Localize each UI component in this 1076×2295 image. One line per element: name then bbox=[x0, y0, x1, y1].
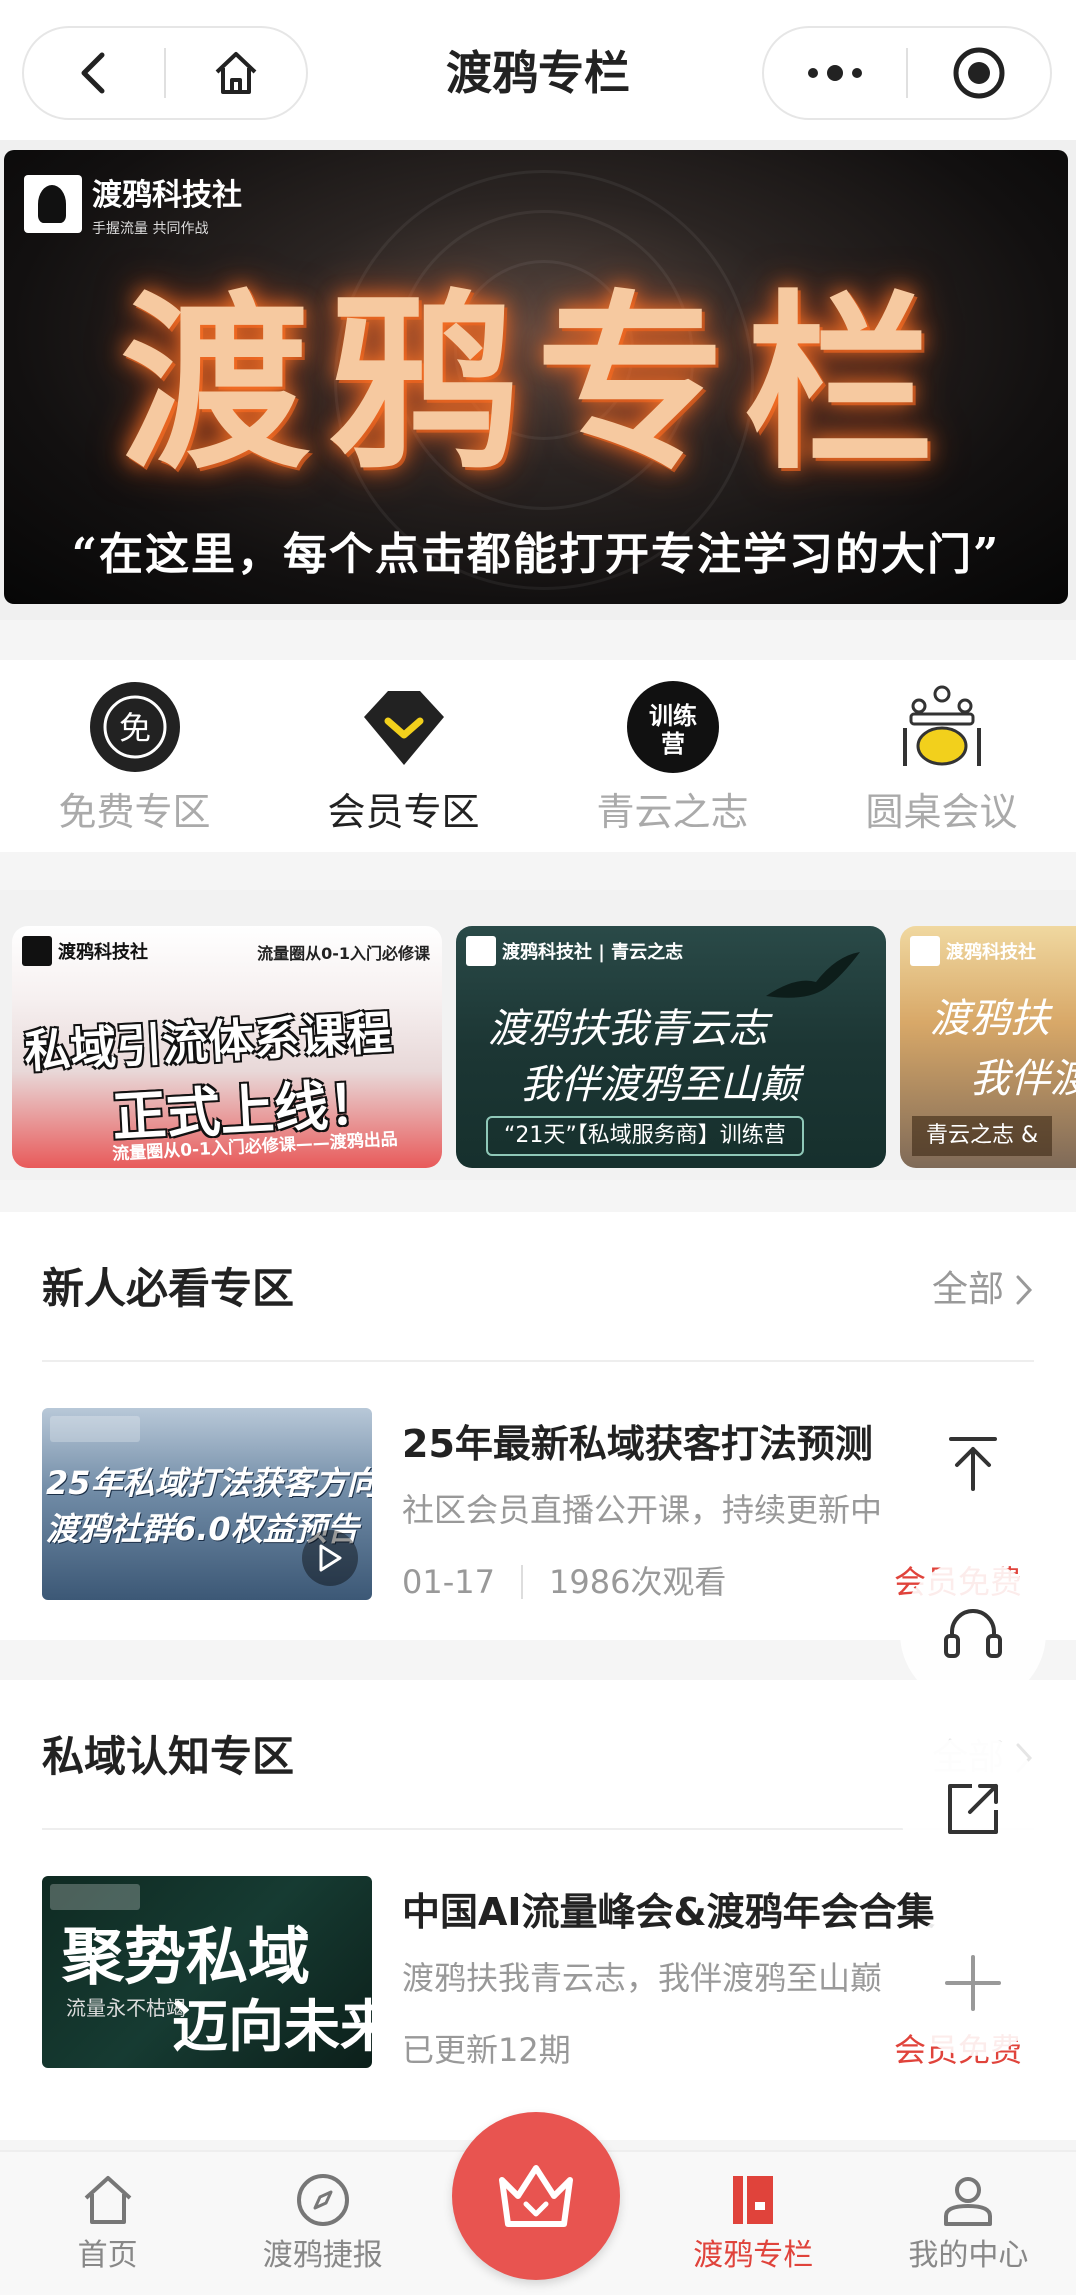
category-qingyun[interactable]: 训练营 青云之志 bbox=[538, 660, 807, 852]
play-button[interactable] bbox=[302, 1530, 358, 1586]
tab-center-vip-button[interactable] bbox=[452, 2112, 620, 2280]
thumbnail-caption: 25年私域打法获客方向 bbox=[46, 1464, 372, 1502]
content-description: 渡鸦扶我青云志，我伴渡鸦至山巅 bbox=[402, 1959, 883, 1997]
home-icon bbox=[84, 2176, 131, 2224]
more-button[interactable] bbox=[764, 28, 906, 118]
content-meta: 已更新12期 bbox=[402, 2028, 571, 2072]
share-button[interactable] bbox=[900, 1736, 1046, 1882]
banner-tagline: “在这里，每个点击都能打开专注学习的大门” bbox=[71, 529, 1001, 580]
meta-divider bbox=[520, 1565, 523, 1599]
column-book-icon bbox=[733, 2176, 774, 2224]
user-icon bbox=[944, 2177, 993, 2226]
svg-text:训练: 训练 bbox=[649, 702, 697, 730]
promo-headline: 渡鸦扶 bbox=[930, 996, 1050, 1042]
content-thumbnail: 聚势私域 流量永不枯竭 迈向未来 bbox=[42, 1876, 372, 2068]
promo-brand: 渡鸦科技社 | 青云之志 bbox=[466, 936, 683, 966]
promo-card[interactable]: 渡鸦科技社 渡鸦扶 我伴渡 青云之志 & bbox=[900, 926, 1076, 1168]
hero-banner[interactable]: 渡鸦科技社 手握流量 共同作战 渡鸦专栏 “在这里，每个点击都能打开专注学习的大… bbox=[4, 150, 1068, 604]
content-views: 1986次观看 bbox=[548, 1563, 727, 1601]
tab-news[interactable]: 渡鸦捷报 bbox=[215, 2152, 430, 2295]
promo-brand: 渡鸦科技社 bbox=[22, 936, 148, 966]
tab-label: 我的中心 bbox=[908, 2238, 1029, 2273]
category-vip[interactable]: 会员专区 bbox=[269, 660, 538, 852]
content-update-count: 已更新12期 bbox=[402, 2031, 571, 2069]
content-meta: 01-17 1986次观看 bbox=[402, 1560, 726, 1604]
section-header: 私域认知专区 全部 bbox=[42, 1680, 1034, 1830]
nav-capsule-right bbox=[762, 26, 1052, 120]
category-nav: 免 免费专区 会员专区 训练营 青云之志 圆桌会议 bbox=[0, 660, 1076, 852]
customer-service-button[interactable] bbox=[900, 1560, 1046, 1706]
content-thumbnail: 25年私域打法获客方向 渡鸦社群6.0权益预告 bbox=[42, 1408, 372, 1600]
section-title: 新人必看专区 bbox=[42, 1264, 295, 1313]
raven-logo-icon bbox=[22, 936, 52, 966]
promo-tag: “21天”【私域服务商】训练营 bbox=[486, 1116, 804, 1156]
content-description: 社区会员直播公开课，持续更新中 bbox=[402, 1491, 883, 1529]
category-roundtable[interactable]: 圆桌会议 bbox=[807, 660, 1076, 852]
promo-subheadline: 我伴渡鸦至山巅 bbox=[520, 1062, 800, 1108]
banner-brand-logo: 渡鸦科技社 手握流量 共同作战 bbox=[24, 170, 242, 238]
play-icon bbox=[319, 1544, 342, 1572]
view-all-label: 全部 bbox=[931, 1269, 1004, 1310]
promo-card[interactable]: 渡鸦科技社 | 青云之志 渡鸦扶我青云志 我伴渡鸦至山巅 “21天”【私域服务商… bbox=[456, 926, 886, 1168]
content-item[interactable]: 聚势私域 流量永不枯竭 迈向未来 中国AI流量峰会&渡鸦年会合集 渡鸦扶我青云志… bbox=[42, 1876, 1032, 2070]
section-header: 新人必看专区 全部 bbox=[42, 1212, 1034, 1362]
tab-profile[interactable]: 我的中心 bbox=[861, 2152, 1076, 2295]
top-navigation-bar: 渡鸦专栏 bbox=[0, 0, 1076, 140]
bird-icon bbox=[766, 952, 860, 998]
banner-headline: 渡鸦专栏 bbox=[119, 272, 952, 495]
svg-text:营: 营 bbox=[661, 730, 685, 758]
plus-icon bbox=[945, 1955, 1001, 2011]
promo-brand: 渡鸦科技社 bbox=[910, 936, 1036, 966]
roundtable-icon bbox=[895, 680, 989, 774]
thumbnail-caption: 流量永不枯竭 bbox=[66, 1996, 186, 2020]
section-private-domain: 私域认知专区 全部 聚势私域 流量永不枯竭 迈向未来 中国AI流量峰会&渡鸦年会… bbox=[0, 1680, 1076, 2140]
thumbnail-caption: 迈向未来 bbox=[172, 1994, 372, 2060]
raven-logo-icon bbox=[466, 936, 496, 966]
training-camp-icon: 训练营 bbox=[626, 680, 720, 774]
raven-logo-icon bbox=[910, 936, 940, 966]
close-miniprogram-button[interactable] bbox=[908, 28, 1050, 118]
tab-label: 渡鸦捷报 bbox=[262, 2238, 383, 2273]
thumbnail-logo bbox=[50, 1416, 140, 1442]
category-free[interactable]: 免 免费专区 bbox=[0, 660, 269, 852]
content-date: 01-17 bbox=[402, 1563, 495, 1601]
tab-column[interactable]: 渡鸦专栏 bbox=[646, 2152, 861, 2295]
content-title: 25年最新私域获客打法预测 bbox=[402, 1422, 873, 1466]
free-icon: 免 bbox=[88, 680, 182, 774]
banner-brand-name: 渡鸦科技社 bbox=[92, 178, 242, 213]
back-to-top-icon bbox=[949, 1437, 997, 1491]
promo-subheadline: 我伴渡 bbox=[970, 1056, 1076, 1102]
category-label: 圆桌会议 bbox=[865, 790, 1018, 834]
headset-icon bbox=[944, 1609, 1002, 1658]
tab-label: 首页 bbox=[77, 2238, 138, 2273]
tab-label: 渡鸦专栏 bbox=[693, 2238, 814, 2273]
crown-icon bbox=[499, 2165, 573, 2227]
target-icon bbox=[953, 47, 1005, 99]
more-dots-icon bbox=[808, 65, 862, 81]
share-icon bbox=[948, 1784, 998, 1834]
content-item[interactable]: 25年私域打法获客方向 渡鸦社群6.0权益预告 25年最新私域获客打法预测 社区… bbox=[42, 1408, 1032, 1602]
vip-diamond-icon bbox=[357, 680, 451, 774]
promo-headline: 渡鸦扶我青云志 bbox=[488, 1006, 768, 1052]
promo-card[interactable]: 渡鸦科技社 流量圈从0-1入门必修课 私域引流体系课程 正式上线！ 流量圈从0-… bbox=[12, 926, 442, 1168]
category-label: 免费专区 bbox=[58, 790, 211, 834]
chevron-right-icon bbox=[1016, 1275, 1033, 1305]
back-to-top-button[interactable] bbox=[900, 1390, 1046, 1536]
banner-section: 渡鸦科技社 手握流量 共同作战 渡鸦专栏 “在这里，每个点击都能打开专注学习的大… bbox=[0, 140, 1076, 620]
content-title: 中国AI流量峰会&渡鸦年会合集 bbox=[402, 1890, 935, 1934]
promo-top-note: 流量圈从0-1入门必修课 bbox=[257, 944, 430, 963]
raven-logo-icon bbox=[24, 175, 82, 233]
free-icon-text: 免 bbox=[118, 709, 150, 747]
compass-icon bbox=[296, 2174, 349, 2226]
category-label: 会员专区 bbox=[327, 790, 480, 834]
category-label: 青云之志 bbox=[596, 790, 749, 834]
promo-carousel[interactable]: 渡鸦科技社 流量圈从0-1入门必修课 私域引流体系课程 正式上线！ 流量圈从0-… bbox=[0, 890, 1076, 1180]
add-button[interactable] bbox=[900, 1910, 1046, 2056]
section-title: 私域认知专区 bbox=[42, 1732, 295, 1781]
view-all-link[interactable]: 全部 bbox=[932, 1266, 1034, 1314]
promo-tag: 青云之志 & bbox=[912, 1116, 1053, 1156]
tab-home[interactable]: 首页 bbox=[0, 2152, 215, 2295]
